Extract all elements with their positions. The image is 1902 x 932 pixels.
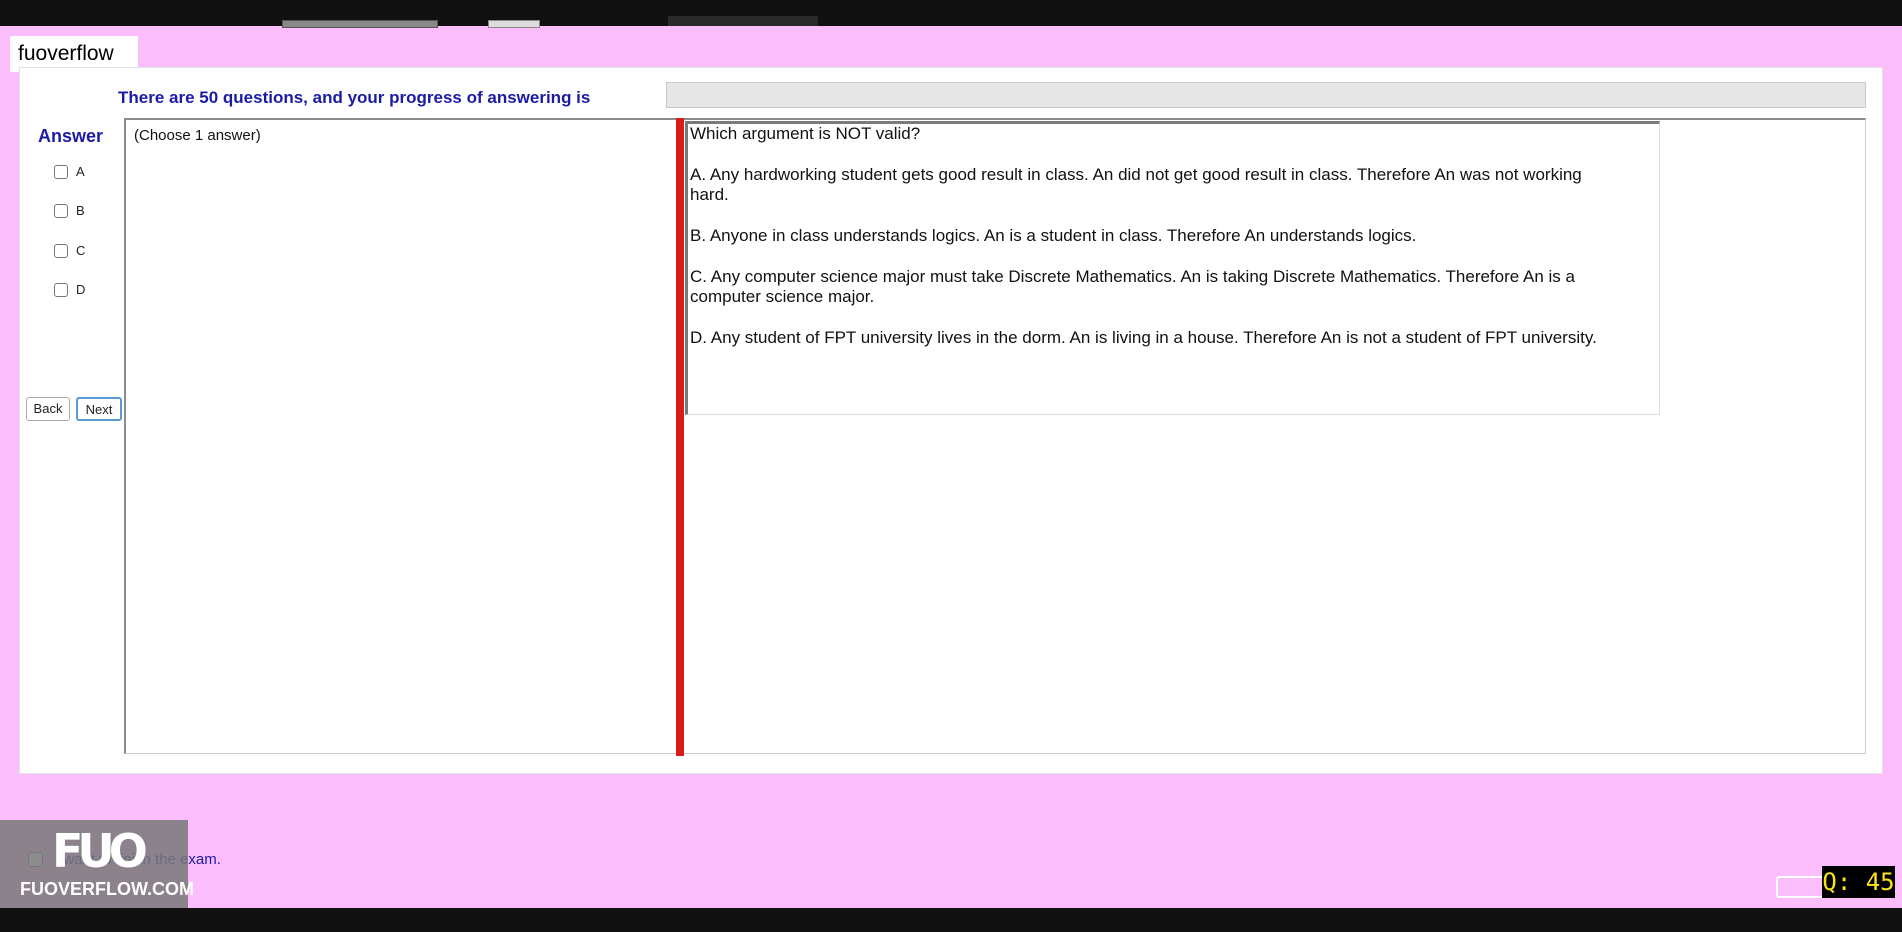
bottom-black-bar [0,908,1902,932]
progress-label: There are 50 questions, and your progres… [118,88,591,107]
question-choice-d: D. Any student of FPT university lives i… [690,328,1597,347]
option-b[interactable]: B [54,203,85,218]
pane-divider[interactable] [676,118,684,756]
answer-pane [124,118,680,754]
option-d-label: D [76,282,86,297]
answer-heading: Answer [38,126,104,146]
next-button[interactable]: Next [76,397,122,421]
option-a[interactable]: A [54,164,85,179]
top-partial-timer [668,16,818,26]
question-content: Which argument is NOT valid? A. Any hard… [690,124,1625,369]
option-c-checkbox[interactable] [54,243,68,258]
question-choice-b: B. Anyone in class understands logics. A… [690,226,1417,245]
logo-text: FUOVERFLOW.COM [20,879,194,899]
question-number-badge: Q: 45 [1822,866,1895,898]
question-prompt: Which argument is NOT valid? [690,124,921,143]
option-c[interactable]: C [54,243,85,258]
option-a-label: A [76,164,85,179]
question-choice-c: C. Any computer science major must take … [690,267,1575,306]
top-partial-field [282,20,438,28]
progress-bar [666,82,1866,108]
choose-hint: (Choose 1 answer) [134,127,261,144]
logo-mark: FUO [52,824,148,878]
option-c-label: C [76,243,86,258]
back-button[interactable]: Back [26,397,70,421]
watermark-logo: FUO FUOVERFLOW.COM [0,820,194,908]
option-b-checkbox[interactable] [54,203,68,218]
top-partial-button [488,20,540,28]
option-d[interactable]: D [54,282,85,297]
option-b-label: B [76,203,85,218]
question-choice-a: A. Any hardworking student gets good res… [690,165,1582,204]
question-badge-frame [1776,876,1828,898]
option-a-checkbox[interactable] [54,164,68,179]
option-d-checkbox[interactable] [54,282,68,297]
